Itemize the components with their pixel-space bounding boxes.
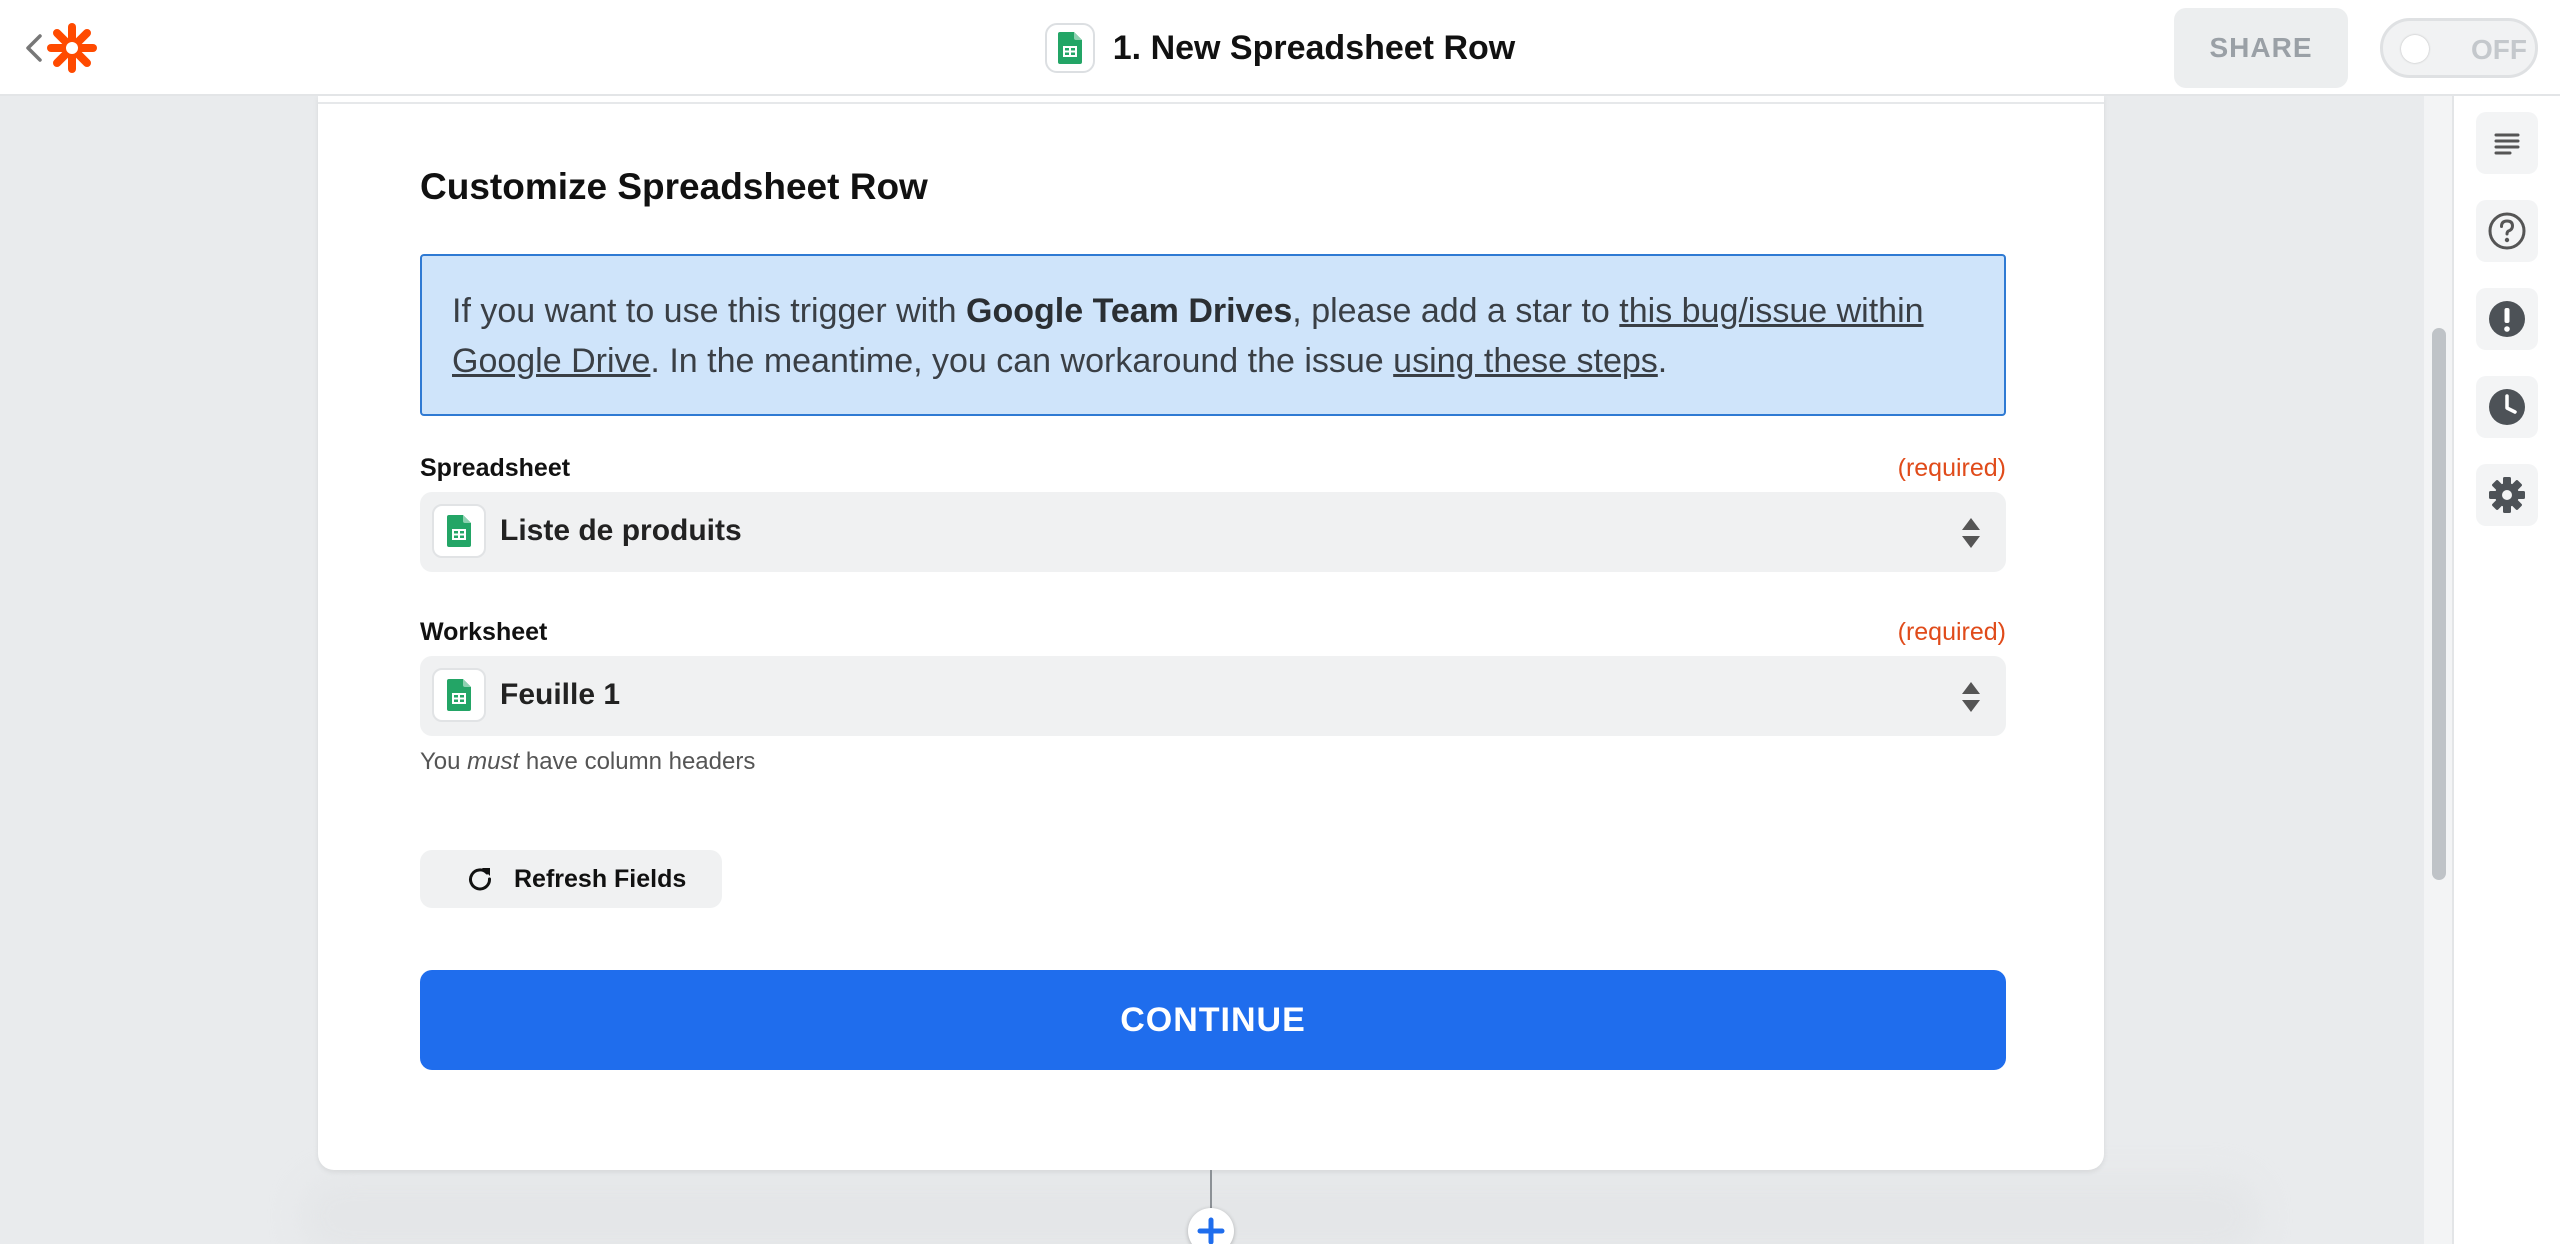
zapier-logo[interactable] [46,22,98,74]
spreadsheet-required-badge: (required) [1897,454,2006,482]
select-arrows-icon [1962,682,1980,712]
step-connector [1210,1170,1212,1210]
refresh-fields-label: Refresh Fields [514,865,687,893]
spreadsheet-label: Spreadsheet [420,454,571,482]
continue-button[interactable]: CONTINUE [420,970,2006,1070]
worksheet-value: Feuille 1 [500,678,621,711]
worksheet-required-badge: (required) [1897,618,2006,646]
google-sheets-icon [432,668,486,722]
worksheet-label: Worksheet [420,618,548,646]
plus-icon [1197,1217,1225,1244]
scroll-thumb[interactable] [2432,328,2446,880]
settings-button[interactable] [2476,464,2538,526]
toggle-knob [2401,35,2429,63]
share-button[interactable]: SHARE [2174,8,2348,88]
spreadsheet-select[interactable]: Liste de produits [420,492,2006,572]
spreadsheet-value: Liste de produits [500,514,742,547]
vertical-scrollbar[interactable] [2424,96,2452,1244]
help-emphasis: must [467,748,520,775]
alert-text: , please add a star to [1292,292,1620,330]
alert-bold-text: Google Team Drives [966,292,1293,330]
alert-text: . In the meantime, you can workaround th… [650,342,1394,380]
zap-title-area[interactable]: 1. New Spreadsheet Row [1044,23,1515,73]
details-icon [2494,133,2520,155]
zap-title[interactable]: 1. New Spreadsheet Row [1113,29,1515,68]
top-header: 1. New Spreadsheet Row SHARE OFF [0,0,2560,96]
settings-icon [2489,477,2525,513]
step-card: Customize Spreadsheet Row If you want to… [318,96,2104,1170]
select-arrows-icon [1962,518,1980,548]
zap-on-off-toggle[interactable]: OFF [2380,18,2538,78]
help-icon [2488,212,2526,250]
history-button[interactable] [2476,376,2538,438]
workaround-steps-link[interactable]: using these steps [1393,342,1658,380]
help-button[interactable] [2476,200,2538,262]
alert-icon [2489,301,2525,337]
next-step-shadow [300,1176,2260,1244]
info-alert: If you want to use this trigger with Goo… [420,254,2006,416]
alert-text: If you want to use this trigger with [452,292,967,330]
alerts-button[interactable] [2476,288,2538,350]
help-text: have column headers [519,748,756,775]
alert-text: . [1657,342,1668,380]
card-divider [318,102,2104,104]
help-text: You [420,748,468,775]
section-title: Customize Spreadsheet Row [420,166,928,207]
refresh-icon [469,868,492,891]
editor-canvas: Customize Spreadsheet Row If you want to… [0,96,2424,1244]
google-sheets-icon [432,504,486,558]
chevron-left-icon [26,34,42,62]
worksheet-select[interactable]: Feuille 1 [420,656,2006,736]
worksheet-help-text: You must have column headers [420,748,755,776]
details-button[interactable] [2476,112,2538,174]
google-sheets-icon [1044,23,1095,73]
toggle-label: OFF [2471,34,2527,65]
back-button[interactable] [20,28,48,68]
refresh-fields-button[interactable]: Refresh Fields [420,850,722,908]
right-sidebar [2452,96,2560,1244]
history-icon [2489,389,2525,425]
